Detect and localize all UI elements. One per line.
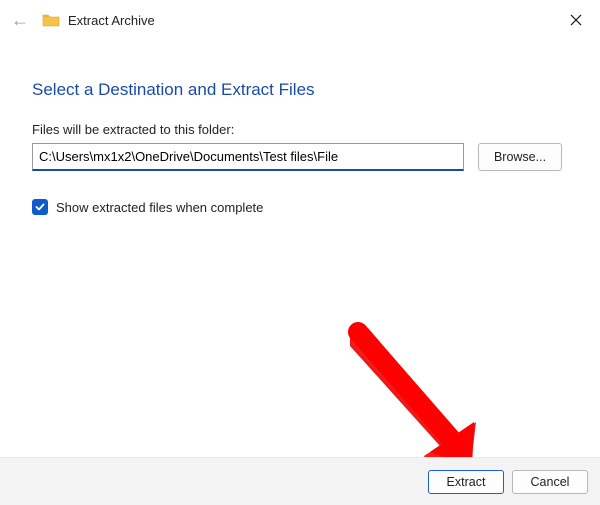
destination-path-input[interactable] (32, 143, 464, 171)
titlebar: ← Extract Archive (0, 0, 600, 40)
close-button[interactable] (562, 6, 590, 34)
cancel-button[interactable]: Cancel (512, 470, 588, 494)
path-row: Browse... (32, 143, 568, 171)
dialog-footer: Extract Cancel (0, 457, 600, 505)
path-label: Files will be extracted to this folder: (32, 122, 568, 137)
folder-icon (42, 13, 60, 27)
show-files-row: Show extracted files when complete (32, 199, 568, 215)
window-title: Extract Archive (68, 13, 155, 28)
show-files-checkbox[interactable] (32, 199, 48, 215)
browse-button[interactable]: Browse... (478, 143, 562, 171)
page-heading: Select a Destination and Extract Files (32, 80, 568, 100)
extract-button[interactable]: Extract (428, 470, 504, 494)
show-files-label[interactable]: Show extracted files when complete (56, 200, 263, 215)
content-area: Select a Destination and Extract Files F… (0, 40, 600, 215)
back-arrow-icon: ← (10, 10, 30, 31)
